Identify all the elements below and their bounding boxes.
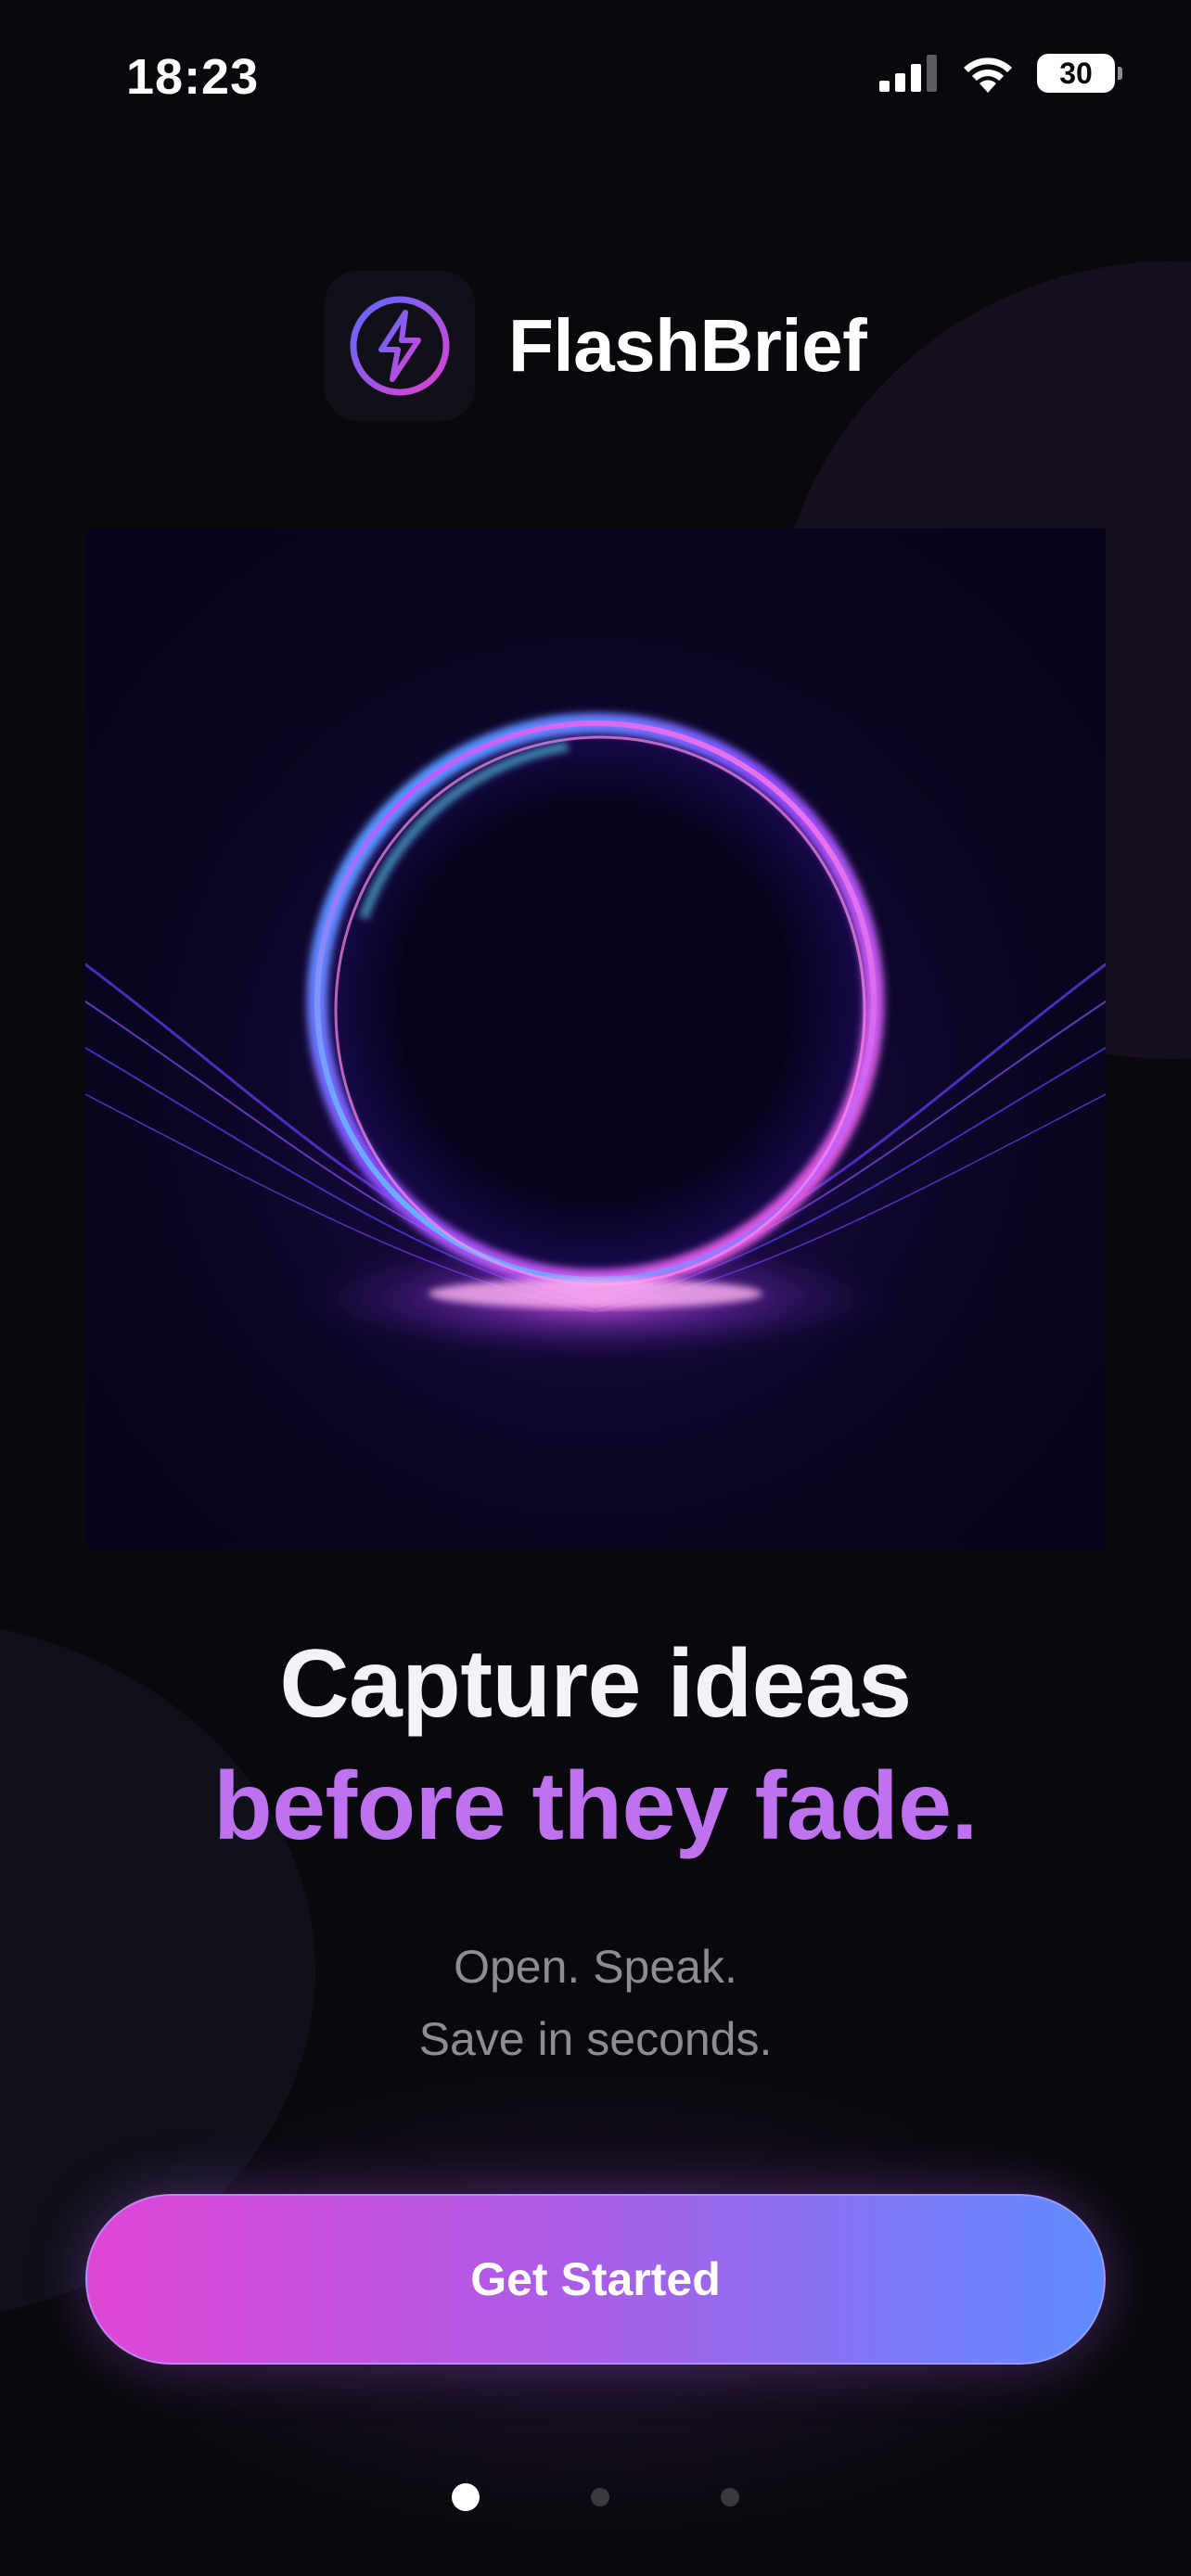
app-logo <box>325 271 475 421</box>
status-time: 18:23 <box>126 49 260 105</box>
get-started-label: Get Started <box>470 2253 721 2305</box>
page-dot-3[interactable] <box>721 2488 739 2506</box>
headline-line-1: Capture ideas <box>279 1630 912 1738</box>
onboarding-screen: 18:23 30 FlashBrief Capture ideas before… <box>0 0 1191 2576</box>
get-started-button[interactable]: Get Started <box>85 2194 1106 2365</box>
page-dot-1[interactable] <box>452 2483 480 2511</box>
page-indicator <box>0 2483 1191 2511</box>
lightning-bolt-icon <box>350 296 450 396</box>
page-dot-2[interactable] <box>591 2488 609 2506</box>
battery-icon: 30 <box>1037 54 1122 93</box>
subtitle-line-1: Open. Speak. <box>454 1941 737 1993</box>
app-name: FlashBrief <box>508 304 867 387</box>
status-indicators: 30 <box>879 54 1122 93</box>
headline: Capture ideas before they fade. <box>0 1623 1191 1868</box>
brand-header: FlashBrief <box>325 271 867 421</box>
cellular-signal-icon <box>879 55 937 92</box>
glowing-orb <box>85 529 1106 1549</box>
wifi-icon <box>964 57 1012 93</box>
subtitle-line-2: Save in seconds. <box>418 2013 773 2065</box>
subtitle: Open. Speak. Save in seconds. <box>0 1931 1191 2075</box>
battery-level: 30 <box>1059 56 1093 90</box>
hero-illustration <box>85 529 1106 1549</box>
headline-line-2: before they fade. <box>213 1753 978 1860</box>
